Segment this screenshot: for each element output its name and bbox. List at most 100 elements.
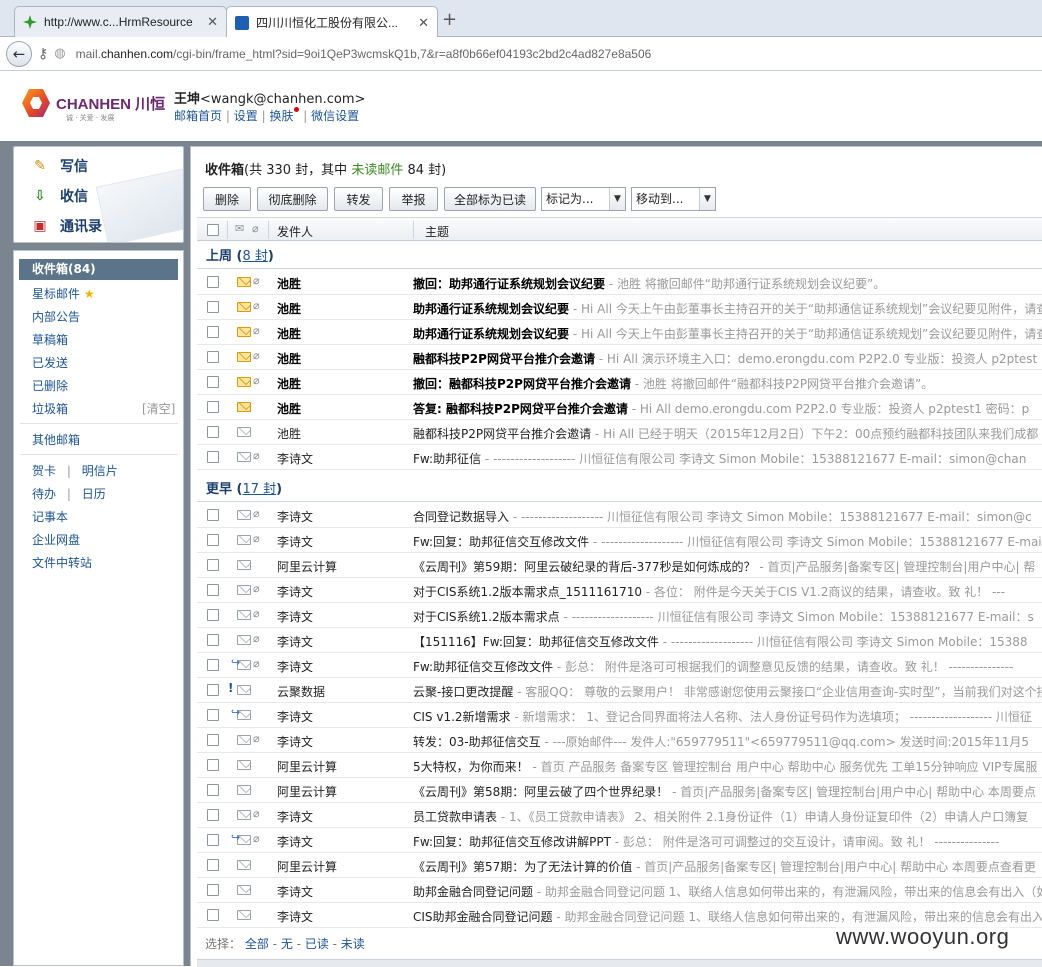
mail-subject[interactable]: 对于CIS系统1.2版本需求点_1511161710 - 各位： 附件是今天关于…: [413, 583, 1005, 600]
mail-subject[interactable]: 合同登记数据导入 - ------------------- 川恒征信有限公司 …: [413, 508, 1032, 525]
mail-subject[interactable]: 撤回：融都科技P2P网贷平台推介会邀请 - 池胜 将撤回邮件“融都科技P2P网贷…: [413, 375, 933, 392]
clear-spam-link[interactable]: [清空]: [142, 400, 175, 417]
url-field[interactable]: mail.chanhen.com/cgi-bin/frame_html?sid=…: [76, 47, 652, 61]
row-checkbox[interactable]: [207, 326, 219, 338]
permanent-delete-button[interactable]: 彻底删除: [257, 187, 328, 211]
select-unread-link[interactable]: 未读: [341, 937, 365, 951]
mail-row[interactable]: ⌀ 池胜 融都科技P2P网贷平台推介会邀请 - Hi All 演示环境主入口：dem…: [197, 345, 1042, 370]
mail-subject[interactable]: Fw:回复：助邦征信交互修改文件 - ------------------- 川…: [413, 533, 1042, 550]
mail-row[interactable]: ⌀ 李诗文 对于CIS系统1.2版本需求点_1511161710 - 各位： 附件是…: [197, 578, 1042, 603]
folder-starred[interactable]: 星标邮件 ★: [32, 285, 95, 302]
select-all-link[interactable]: 全部: [245, 937, 269, 951]
mail-row[interactable]: ↪ ⌀ 李诗文 Fw:助邦征信交互修改文件 - 彭总： 附件是洛可可根据我们的调整意见…: [197, 653, 1042, 678]
mail-row[interactable]: 阿里云计算 《云周刊》第59期：阿里云破纪录的背后-377秒是如何炼成的？ - 首…: [197, 553, 1042, 578]
report-button[interactable]: 举报: [389, 187, 438, 211]
row-checkbox[interactable]: [207, 809, 219, 821]
col-subject[interactable]: 主题: [425, 223, 449, 240]
mail-row[interactable]: ⌀ 李诗文 Fw:助邦征信 - ------------------- 川恒征信有限…: [197, 445, 1042, 470]
mail-row[interactable]: 阿里云计算 《云周刊》第57期：为了无法计算的价值 - 首页|产品服务|备案专区|…: [197, 853, 1042, 878]
row-checkbox[interactable]: [207, 426, 219, 438]
select-read-link[interactable]: 已读: [305, 937, 329, 951]
mail-subject[interactable]: CIS助邦金融合同登记问题 - 助邦金融合同登记问题 1、联络人信息如何带出来的…: [413, 908, 1042, 925]
mark-as-select[interactable]: 标记为... ▼: [541, 187, 626, 211]
nav-wechat-settings[interactable]: 微信设置: [311, 109, 359, 123]
key-icon[interactable]: ⚷: [38, 46, 48, 62]
mail-row[interactable]: ↪ 李诗文 CIS v1.2新增需求 - 新增需求： 1、登记合同界面将法人名称、法…: [197, 703, 1042, 728]
receive-button[interactable]: ⇩ 收信: [30, 186, 88, 206]
mail-subject[interactable]: 云聚-接口更改提醒 - 客服QQ： 尊敬的云聚用户！ 非常感谢您使用云聚接口“企…: [413, 683, 1042, 700]
nav-mail-home[interactable]: 邮箱首页: [174, 109, 222, 123]
back-arrow-icon[interactable]: ←: [6, 40, 32, 67]
app-calendar[interactable]: 日历: [82, 487, 106, 501]
mail-subject[interactable]: 5大特权，为你而来！ - 首页 产品服务 备案专区 管理控制台 用户中心 帮助中…: [413, 758, 1037, 775]
compose-button[interactable]: ✎ 写信: [30, 156, 88, 176]
delete-button[interactable]: 删除: [203, 187, 251, 211]
mail-row[interactable]: 阿里云计算 《云周刊》第58期：阿里云破了四个世界纪录！ - 首页|产品服务|备案…: [197, 778, 1042, 803]
mail-subject[interactable]: CIS v1.2新增需求 - 新增需求： 1、登记合同界面将法人名称、法人身份证…: [413, 708, 1032, 725]
mail-row[interactable]: ⌀ 李诗文 合同登记数据导入 - ------------------- 川恒征信有…: [197, 503, 1042, 528]
row-checkbox[interactable]: [207, 276, 219, 288]
mail-row[interactable]: ⌀ 李诗文 Fw:回复：助邦征信交互修改文件 - -----------------…: [197, 528, 1042, 553]
row-checkbox[interactable]: [207, 559, 219, 571]
app-todo[interactable]: 待办: [32, 487, 56, 501]
mail-row[interactable]: ⌀ 池胜 撤回：助邦通行证系统规划会议纪要 - 池胜 将撤回邮件“助邦通行证系统规划…: [197, 270, 1042, 295]
mail-subject[interactable]: Fw:回复：助邦征信交互修改讲解PPT - 彭总： 附件是洛可可调整过的交互设计…: [413, 833, 999, 850]
row-checkbox[interactable]: [207, 659, 219, 671]
row-checkbox[interactable]: [207, 351, 219, 363]
row-checkbox[interactable]: [207, 834, 219, 846]
mail-subject[interactable]: 《云周刊》第59期：阿里云破纪录的背后-377秒是如何炼成的？ - 首页|产品服…: [413, 558, 1035, 575]
group-count-link[interactable]: 8 封: [242, 249, 267, 264]
mail-subject[interactable]: 对于CIS系统1.2版本需求点 - ------------------- 川恒…: [413, 608, 1034, 625]
row-checkbox[interactable]: [207, 859, 219, 871]
mail-subject[interactable]: 融都科技P2P网贷平台推介会邀请 - Hi All 已经于明天（2015年12月…: [413, 425, 1038, 442]
app-file-transfer[interactable]: 文件中转站: [32, 554, 92, 571]
mail-subject[interactable]: 融都科技P2P网贷平台推介会邀请 - Hi All 演示环境主入口：demo.e…: [413, 350, 1037, 367]
mail-row[interactable]: ↪ ⌀ 李诗文 Fw:回复：助邦征信交互修改讲解PPT - 彭总： 附件是洛可可调整过…: [197, 828, 1042, 853]
mail-row[interactable]: ! 云聚数据 云聚-接口更改提醒 - 客服QQ： 尊敬的云聚用户！ 非常感谢您使用云…: [197, 678, 1042, 703]
folder-sent[interactable]: 已发送: [32, 354, 68, 371]
row-checkbox[interactable]: [207, 509, 219, 521]
app-notepad[interactable]: 记事本: [32, 508, 68, 525]
chanhen-logo[interactable]: CHANHEN 川恒 诚 · 关爱 · 发展: [22, 89, 165, 123]
folder-inbox[interactable]: 收件箱(84): [19, 259, 178, 280]
mail-row[interactable]: ⌀ 李诗文 员工贷款申请表 - 1、《员工贷款申请表》 2、相关附件 2.1身份证件…: [197, 803, 1042, 828]
forward-button[interactable]: 转发: [334, 187, 383, 211]
mail-subject[interactable]: Fw:助邦征信 - ------------------- 川恒征信有限公司 李…: [413, 450, 1026, 467]
row-checkbox[interactable]: [207, 634, 219, 646]
row-checkbox[interactable]: [207, 609, 219, 621]
row-checkbox[interactable]: [207, 884, 219, 896]
select-none-link[interactable]: 无: [281, 937, 293, 951]
select-all-checkbox[interactable]: [207, 224, 219, 236]
row-checkbox[interactable]: [207, 376, 219, 388]
mark-all-read-button[interactable]: 全部标为已读: [444, 187, 536, 211]
row-checkbox[interactable]: [207, 534, 219, 546]
mail-subject[interactable]: 助邦通行证系统规划会议纪要 - Hi All 今天上午由彭董事长主持召开的关于“…: [413, 300, 1042, 317]
app-postcard[interactable]: 明信片: [82, 464, 118, 478]
group-count-link[interactable]: 17 封: [242, 482, 276, 497]
mail-row[interactable]: 池胜 答复: 融都科技P2P网贷平台推介会邀请 - Hi All demo.ero…: [197, 395, 1042, 420]
mail-subject[interactable]: 《云周刊》第57期：为了无法计算的价值 - 首页|产品服务|备案专区| 管理控制…: [413, 858, 1036, 875]
folder-spam[interactable]: 垃圾箱: [32, 400, 68, 417]
mail-subject[interactable]: Fw:助邦征信交互修改文件 - 彭总： 附件是洛可可根据我们的调整意见反馈的结果…: [413, 658, 1013, 675]
mail-row[interactable]: ⌀ 李诗文 对于CIS系统1.2版本需求点 - ------------------…: [197, 603, 1042, 628]
mail-subject[interactable]: 撤回：助邦通行证系统规划会议纪要 - 池胜 将撤回邮件“助邦通行证系统规划会议纪…: [413, 275, 885, 292]
folder-deleted[interactable]: 已删除: [32, 377, 68, 394]
browser-tab-hrm[interactable]: http://www.c...HrmResource ✕: [14, 6, 227, 37]
mail-row[interactable]: ⌀ 池胜 助邦通行证系统规划会议纪要 - Hi All 今天上午由彭董事长主持召开的…: [197, 320, 1042, 345]
new-tab-plus-icon[interactable]: +: [442, 9, 457, 30]
mail-subject[interactable]: 助邦通行证系统规划会议纪要 - Hi All 今天上午由彭董事长主持召开的关于“…: [413, 325, 1042, 342]
folder-drafts[interactable]: 草稿箱: [32, 331, 68, 348]
row-checkbox[interactable]: [207, 301, 219, 313]
col-sender[interactable]: 发件人: [277, 223, 313, 240]
mail-subject[interactable]: 【151116】Fw:回复：助邦征信交互修改文件 - -------------…: [413, 633, 1028, 650]
move-to-select[interactable]: 移动到... ▼: [631, 187, 716, 211]
row-checkbox[interactable]: [207, 451, 219, 463]
mail-subject[interactable]: 答复: 融都科技P2P网贷平台推介会邀请 - Hi All demo.erong…: [413, 400, 1029, 417]
contacts-button[interactable]: ▣ 通讯录: [30, 216, 102, 236]
mail-subject[interactable]: 《云周刊》第58期：阿里云破了四个世界纪录！ - 首页|产品服务|备案专区| 管…: [413, 783, 1036, 800]
mail-row[interactable]: ⌀ 池胜 助邦通行证系统规划会议纪要 - Hi All 今天上午由彭董事长主持召开的…: [197, 295, 1042, 320]
row-checkbox[interactable]: [207, 909, 219, 921]
close-icon[interactable]: ✕: [207, 14, 218, 30]
row-checkbox[interactable]: [207, 709, 219, 721]
mail-subject[interactable]: 助邦金融合同登记问题 - 助邦金融合同登记问题 1、联络人信息如何带出来的，有泄…: [413, 883, 1042, 900]
